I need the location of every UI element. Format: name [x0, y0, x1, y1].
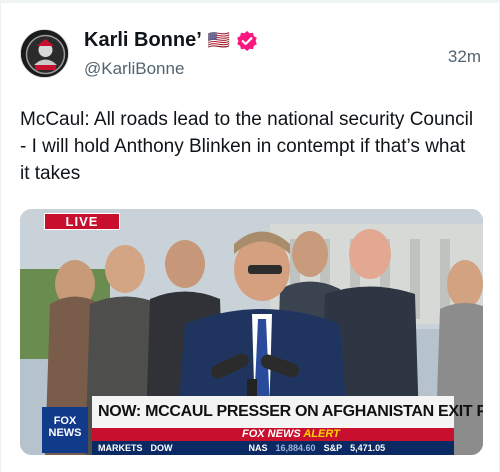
market-ticker: MARKETS DOW NAS 16,884.60 S&P 5,471.05 [92, 441, 454, 455]
tweet-card[interactable]: Karli Bonne’ 🇺🇸 @KarliBonne 32m McCaul: … [0, 3, 500, 472]
alert-prefix: FOX NEWS [242, 428, 301, 440]
verified-badge-icon [236, 30, 258, 52]
ticker-sp: S&P [323, 443, 343, 453]
ticker-nas: NAS [248, 443, 268, 453]
author-handle[interactable]: @KarliBonne [84, 59, 184, 79]
timestamp[interactable]: 32m [448, 47, 481, 67]
avatar[interactable] [20, 29, 69, 78]
ticker-dow: DOW [150, 443, 173, 453]
news-headline: NOW: MCCAUL PRESSER ON AFGHANISTAN EXIT … [92, 396, 483, 428]
author-name[interactable]: Karli Bonne’ [84, 29, 202, 52]
ticker-label: MARKETS [98, 443, 143, 453]
live-badge: LIVE [44, 213, 120, 230]
alert-bar: FOX NEWS ALERT [92, 428, 454, 441]
alert-word: ALERT [303, 428, 340, 440]
tweet-media-image[interactable]: LIVE FOX NEWS NOW: MCCAUL PRESSER ON AFG… [20, 209, 483, 455]
ticker-sp-value: 5,471.05 [350, 443, 386, 453]
us-flag-icon: 🇺🇸 [207, 30, 231, 50]
fox-news-logo: FOX NEWS [42, 407, 88, 453]
fox-logo-bottom: NEWS [48, 427, 82, 439]
tweet-text: McCaul: All roads lead to the national s… [20, 109, 474, 184]
ticker-nas-value: 16,884.60 [275, 443, 316, 453]
fox-logo-top: FOX [53, 415, 77, 427]
